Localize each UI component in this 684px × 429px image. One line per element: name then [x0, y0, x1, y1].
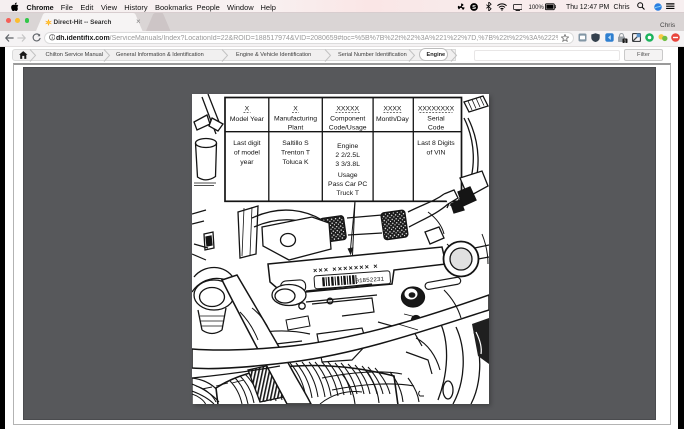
svg-text:Engine: Engine — [337, 143, 358, 150]
svg-text:2 2/2.5L: 2 2/2.5L — [335, 152, 360, 159]
svg-text:XXXXX: XXXXX — [336, 106, 359, 113]
svg-text:Saltillo S: Saltillo S — [282, 140, 309, 147]
svg-text:Trenton T: Trenton T — [281, 150, 310, 157]
svg-text:Last 8 Digits: Last 8 Digits — [417, 140, 455, 147]
svg-text:XXXXXXXX: XXXXXXXX — [418, 106, 455, 113]
svg-text:3 3/3.8L: 3 3/3.8L — [335, 161, 360, 168]
svg-text:S: S — [472, 5, 476, 11]
svg-text:Plant: Plant — [288, 125, 304, 132]
svg-text:Truck T: Truck T — [336, 190, 359, 197]
svg-text:of VIN: of VIN — [427, 150, 446, 157]
svg-text:Component: Component — [330, 116, 365, 123]
svg-text:X: X — [245, 106, 250, 113]
svg-text:Model Year: Model Year — [230, 116, 265, 123]
svg-text:Month/Day: Month/Day — [376, 116, 409, 123]
svg-text:Toluca K: Toluca K — [282, 159, 309, 166]
svg-text:year: year — [240, 159, 254, 166]
svg-text:of model: of model — [234, 150, 261, 157]
svg-text:Code: Code — [428, 125, 444, 132]
svg-text:XXXX: XXXX — [383, 106, 402, 113]
svg-text:Usage: Usage — [338, 172, 358, 179]
svg-text:Manufacturing: Manufacturing — [274, 116, 317, 123]
svg-text:Code/Usage: Code/Usage — [329, 125, 367, 132]
svg-text:Last digit: Last digit — [233, 140, 260, 147]
svg-text:Pass Car PC: Pass Car PC — [328, 181, 367, 188]
svg-text:Serial: Serial — [427, 116, 445, 123]
svg-text:X: X — [293, 106, 298, 113]
